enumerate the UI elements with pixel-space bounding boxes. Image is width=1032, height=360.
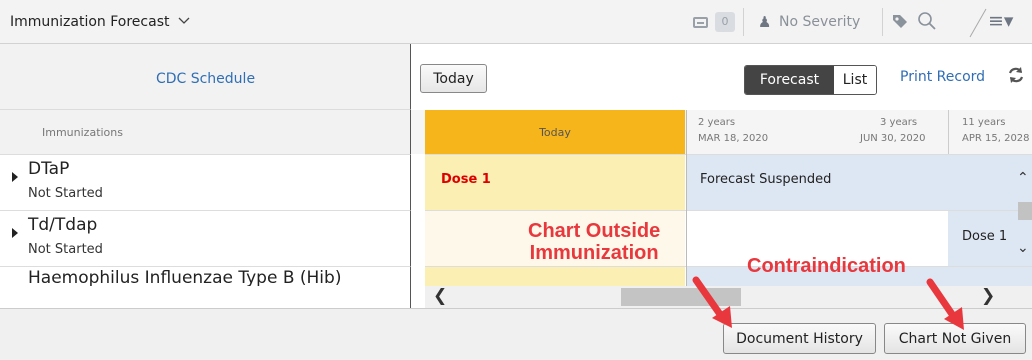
divider bbox=[969, 8, 987, 38]
timeline-header: Today 2 years MAR 18, 2020 3 years JUN 3… bbox=[411, 110, 1032, 154]
expand-caret-icon[interactable] bbox=[12, 228, 18, 238]
tick-age: 3 years bbox=[880, 117, 918, 128]
left-scroll-spacer bbox=[0, 286, 411, 308]
divider bbox=[882, 8, 883, 36]
action-footer: Document History Chart Not Given bbox=[0, 308, 1032, 360]
dose-due-label: Dose 1 bbox=[441, 172, 491, 187]
immunization-row-tdtap[interactable]: Td/Tdap Not Started bbox=[0, 210, 411, 266]
annotation-arrow bbox=[926, 278, 964, 330]
scroll-right-icon[interactable]: ❯ bbox=[981, 286, 995, 306]
tick-date: APR 15, 2028 bbox=[962, 133, 1030, 144]
tag-icon[interactable] bbox=[892, 13, 908, 29]
scroll-down-icon[interactable]: ⌄ bbox=[1017, 240, 1029, 256]
column-header-label: Immunizations bbox=[42, 126, 123, 139]
immunization-row-hib[interactable]: Haemophilus Influenzae Type B (Hib) bbox=[0, 266, 411, 286]
annotation-contraindication: Contraindication bbox=[747, 255, 906, 277]
scroll-up-icon[interactable]: ⌃ bbox=[1017, 170, 1029, 186]
print-record-link[interactable]: Print Record bbox=[900, 69, 985, 85]
today-cell[interactable]: Dose 1 bbox=[425, 155, 685, 210]
forecast-view-button[interactable]: Forecast bbox=[745, 66, 834, 94]
search-icon[interactable] bbox=[917, 11, 937, 31]
cdc-schedule-link[interactable]: CDC Schedule bbox=[0, 71, 411, 87]
immunization-name: DTaP bbox=[28, 159, 70, 179]
forecast-title-dropdown[interactable]: Immunization Forecast bbox=[10, 13, 190, 30]
app-header: Immunization Forecast 0 ♟ No Severity ≡▾ bbox=[0, 0, 1032, 44]
annotation-chart-outside: Chart Outside Immunization bbox=[528, 220, 660, 264]
chevron-down-icon bbox=[178, 13, 190, 29]
immunization-name: Td/Tdap bbox=[28, 215, 98, 235]
timeline-divider bbox=[686, 110, 687, 286]
inbox-count-badge: 0 bbox=[715, 12, 735, 32]
forecast-toolbar: Today Forecast List Print Record bbox=[411, 44, 1032, 110]
schedule-header: CDC Schedule bbox=[0, 44, 411, 110]
page-title: Immunization Forecast bbox=[10, 14, 170, 30]
view-toggle: Forecast List bbox=[744, 65, 877, 95]
immunization-status: Not Started bbox=[28, 186, 103, 201]
document-history-button[interactable]: Document History bbox=[723, 323, 876, 354]
scroll-left-icon[interactable]: ❮ bbox=[433, 286, 447, 306]
tick-age: 11 years bbox=[962, 117, 1006, 128]
list-view-button[interactable]: List bbox=[834, 66, 876, 94]
expand-caret-icon[interactable] bbox=[12, 172, 18, 182]
inbox-icon[interactable] bbox=[693, 17, 708, 28]
severity-filter[interactable]: No Severity bbox=[779, 14, 860, 30]
immunization-name: Haemophilus Influenzae Type B (Hib) bbox=[28, 268, 342, 286]
tick-date: JUN 30, 2020 bbox=[860, 133, 926, 144]
vertical-scrollbar-thumb[interactable] bbox=[1018, 202, 1032, 220]
today-button[interactable]: Today bbox=[420, 64, 487, 93]
severity-icon: ♟ bbox=[758, 13, 772, 31]
refresh-icon[interactable] bbox=[1007, 66, 1025, 84]
tick-age: 2 years bbox=[698, 117, 736, 128]
forecast-suspended-label: Forecast Suspended bbox=[700, 172, 832, 187]
today-column-label: Today bbox=[539, 126, 571, 139]
timeline-divider bbox=[948, 110, 949, 154]
annotation-arrow bbox=[692, 276, 732, 328]
annotation-line: Chart Outside bbox=[528, 220, 661, 242]
annotation-line: Immunization bbox=[529, 242, 659, 264]
forecast-cell[interactable]: Forecast Suspended bbox=[686, 155, 1032, 210]
immunizations-column-header: Immunizations bbox=[0, 110, 411, 154]
forecast-row-dtap: Dose 1 Forecast Suspended bbox=[425, 154, 1032, 210]
immunization-status: Not Started bbox=[28, 242, 103, 257]
menu-icon[interactable]: ≡▾ bbox=[988, 10, 1013, 32]
divider bbox=[743, 8, 744, 36]
immunization-row-dtap[interactable]: DTaP Not Started bbox=[0, 154, 411, 210]
tick-date: MAR 18, 2020 bbox=[698, 133, 769, 144]
forecast-row-tdtap: Dose 1 bbox=[425, 210, 1032, 266]
dose-label: Dose 1 bbox=[962, 229, 1008, 244]
today-column-header: Today bbox=[425, 110, 685, 154]
today-cell[interactable] bbox=[425, 267, 685, 286]
